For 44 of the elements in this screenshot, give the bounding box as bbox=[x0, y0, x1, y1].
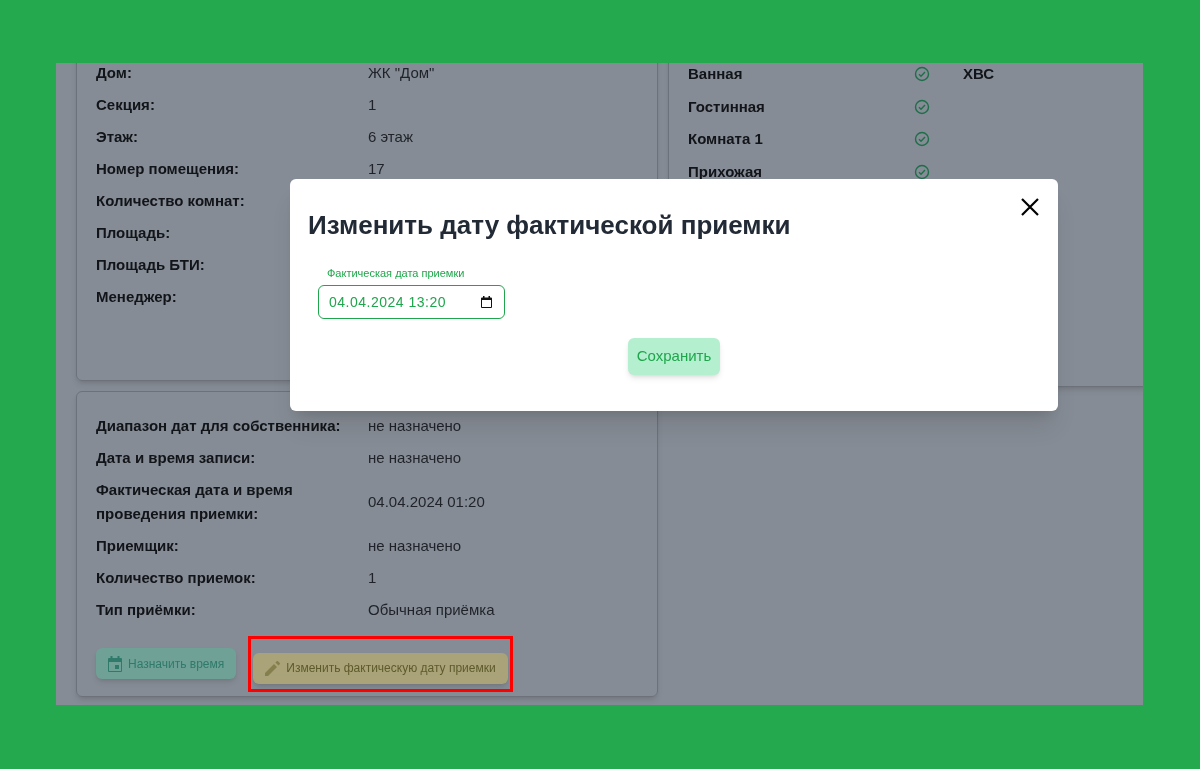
field-label: Номер помещения: bbox=[96, 160, 240, 177]
room-name: Ванная bbox=[688, 64, 744, 84]
room-name: Гостинная bbox=[688, 96, 766, 117]
field-label: Площадь БТИ: bbox=[96, 256, 205, 273]
field-value: не назначено bbox=[368, 415, 462, 436]
field-label: Площадь: bbox=[96, 224, 171, 241]
field-label: Дата и время записи: bbox=[96, 449, 256, 466]
field-value: 17 bbox=[368, 158, 385, 179]
field-label: Секция: bbox=[96, 96, 155, 113]
meter-label: ХВС bbox=[963, 64, 995, 84]
field-label: Этаж: bbox=[96, 128, 138, 145]
room-name: Прихожая bbox=[688, 161, 763, 182]
field-value: не назначено bbox=[368, 535, 462, 556]
field-label: Приемщик: bbox=[96, 537, 179, 554]
field-label: Количество комнат: bbox=[96, 192, 245, 209]
field-label: Фактическая дата приемки bbox=[327, 266, 466, 280]
field-label: Диапазон дат для собственника: bbox=[96, 417, 341, 434]
edit-date-button[interactable]: Изменить фактическую дату приемки bbox=[253, 652, 508, 684]
date-field[interactable]: 04.04.2024 13:20 bbox=[318, 285, 505, 319]
check-circle-icon bbox=[914, 163, 930, 180]
check-circle-icon bbox=[914, 131, 930, 148]
dialog-title: Изменить дату фактической приемки bbox=[308, 209, 792, 241]
field-value: 6 этаж bbox=[368, 126, 413, 147]
check-circle-icon bbox=[914, 66, 930, 83]
close-button[interactable] bbox=[1019, 196, 1041, 218]
field-value: 1 bbox=[368, 94, 377, 115]
field-label: Дом: bbox=[96, 64, 132, 81]
check-circle-icon bbox=[914, 98, 930, 115]
field-label: Фактическая дата и время проведения приемки: bbox=[96, 481, 293, 522]
calendar-icon[interactable] bbox=[481, 296, 492, 308]
field-label: Менеджер: bbox=[96, 288, 177, 305]
field-value: 04.04.2024 01:20 bbox=[368, 491, 485, 512]
field-value: не назначено bbox=[368, 447, 462, 468]
save-button[interactable]: Сохранить bbox=[627, 338, 721, 375]
pencil-icon bbox=[265, 660, 281, 676]
field-label: Количество приемок: bbox=[96, 569, 256, 586]
schedule-button[interactable]: Назначить время bbox=[96, 648, 237, 679]
field-value: Обычная приёмка bbox=[368, 599, 495, 620]
field-value: ЖК "Дом" bbox=[368, 63, 435, 83]
close-icon bbox=[1021, 198, 1039, 216]
room-name: Комната 1 bbox=[688, 129, 764, 149]
field-label: Тип приёмки: bbox=[96, 601, 196, 618]
field-value: 1 bbox=[368, 567, 377, 588]
calendar-icon bbox=[108, 655, 122, 672]
